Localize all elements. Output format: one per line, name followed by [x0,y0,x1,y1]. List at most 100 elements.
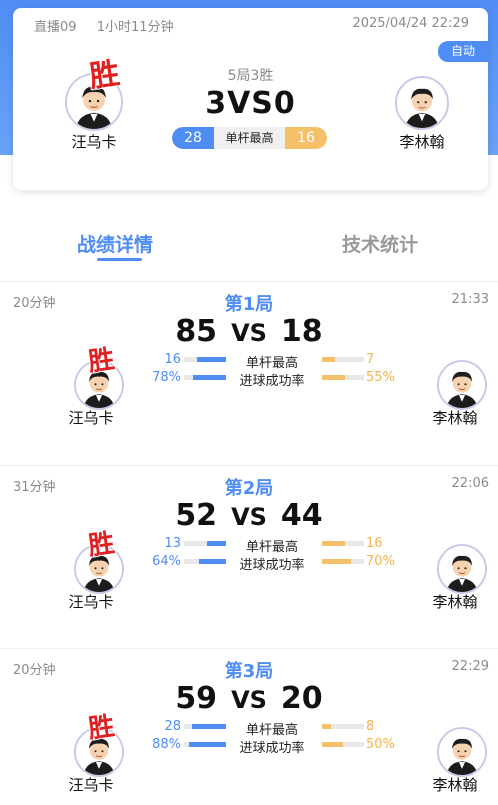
stat-left-value: 64% [152,554,181,569]
tab-record-details[interactable]: 战绩详情 [77,230,153,257]
stat-right-bar [322,742,364,747]
stat-right-bar [322,375,364,380]
frame-score-left: 52 [175,498,218,533]
tab-active-indicator [97,258,142,261]
best-of-label: 5局3胜 [227,68,274,84]
player-avatar-icon [439,362,485,408]
stat-left-bar [184,357,226,362]
frame-row[interactable]: 20分钟 第1局 21:33 85 VS 18 16 单杆最高 7 78% 进球成功… [0,282,498,466]
stat-left-bar-fill [192,724,226,729]
vs-label: VS [227,86,274,121]
player-left-name: 汪乌卡 [71,133,117,151]
frame-title: 第2局 [224,478,274,499]
frame-avatar-right[interactable] [437,727,487,777]
frame-score: 85 VS 18 [0,314,498,349]
highbreak-left: 28 [172,127,214,149]
room-info: 直播09 1小时11分钟 [34,16,190,35]
frame-winner-mark: 胜 [86,344,117,378]
stat-left-value: 16 [164,352,181,367]
frame-player-right-name: 李林翰 [432,409,478,427]
stat-right-bar-fill [322,724,331,729]
stat-left-bar-fill [189,742,226,747]
frame-player-right-name: 李林翰 [432,776,478,794]
match-score: 3VS0 [13,86,488,121]
stat-left-bar [184,375,226,380]
stat-label: 单杆最高 [245,723,298,738]
frame-score-right: 20 [280,681,323,716]
stat-left-value: 28 [164,719,181,734]
room-name: 直播09 [34,20,77,35]
frame-score-right: 18 [280,314,323,349]
stat-label: 进球成功率 [239,558,305,573]
stat-left-bar-fill [197,357,226,362]
stat-left-bar [184,559,226,564]
stat-row: 28 单杆最高 8 [0,719,498,738]
stat-right-bar [322,724,364,729]
frame-winner-mark: 胜 [86,711,117,745]
stat-right-value: 50% [366,737,395,752]
stat-left-bar [184,742,226,747]
stat-left-bar [184,541,226,546]
frame-row[interactable]: 20分钟 第3局 22:29 59 VS 20 28 单杆最高 8 88% 进球成功… [0,649,498,805]
frame-title: 第1局 [224,294,274,315]
match-format: 5局3胜 [13,65,488,85]
highbreak-pill: 28 单杆最高 16 [172,127,327,149]
stat-row: 13 单杆最高 16 [0,536,498,555]
player-avatar-icon [439,729,485,775]
frame-vs: VS [231,686,267,714]
frame-player-left-name: 汪乌卡 [68,776,114,794]
match-duration: 1小时11分钟 [96,20,174,35]
frame-avatar-right[interactable] [437,360,487,410]
stat-right-bar-fill [322,357,335,362]
highbreak-right: 16 [285,127,327,149]
match-datetime: 2025/04/24 22:29 [352,16,469,31]
stat-right-value: 8 [366,719,375,734]
frame-score-left: 59 [175,681,218,716]
frame-vs: VS [231,319,267,347]
match-summary-card: 直播09 1小时11分钟 2025/04/24 22:29 自动 胜 汪乌卡 李… [13,8,488,190]
stat-left-value: 88% [152,737,181,752]
tab-technical-stats[interactable]: 技术统计 [342,230,418,257]
stat-left-value: 13 [164,536,181,551]
stat-right-bar [322,559,364,564]
card-top-bar: 直播09 1小时11分钟 2025/04/24 22:29 [13,8,488,36]
stat-right-bar-fill [322,375,345,380]
frame-score: 52 VS 44 [0,498,498,533]
match-detail-page: 直播09 1小时11分钟 2025/04/24 22:29 自动 胜 汪乌卡 李… [0,0,498,805]
frame-score-right: 44 [280,498,323,533]
stat-right-value: 16 [366,536,383,551]
score-right: 0 [273,86,296,121]
stat-right-value: 70% [366,554,395,569]
stat-label: 单杆最高 [245,540,298,555]
frame-end-time: 22:29 [451,659,489,674]
frame-player-right-name: 李林翰 [432,593,478,611]
stat-right-value: 7 [366,352,375,367]
player-right-name: 李林翰 [399,133,445,151]
stat-right-bar [322,541,364,546]
stat-row: 16 单杆最高 7 [0,352,498,371]
stat-left-bar [184,724,226,729]
frame-winner-mark: 胜 [86,528,117,562]
tab-bar: 战绩详情 技术统计 [0,222,498,270]
stat-label: 单杆最高 [245,356,298,371]
frame-end-time: 21:33 [451,292,489,307]
auto-badge[interactable]: 自动 [438,41,488,62]
stat-left-bar-fill [199,559,226,564]
stat-right-bar-fill [322,559,351,564]
highbreak-label: 单杆最高 [225,131,274,145]
frame-score: 59 VS 20 [0,681,498,716]
stat-left-bar-fill [207,541,226,546]
stat-right-bar-fill [322,742,343,747]
stat-right-bar-fill [322,541,345,546]
score-left: 3 [205,86,228,121]
player-avatar-icon [439,546,485,592]
stat-label: 进球成功率 [239,741,305,756]
frame-title: 第3局 [224,661,274,682]
frame-player-left-name: 汪乌卡 [68,409,114,427]
stat-label: 进球成功率 [239,374,305,389]
frame-end-time: 22:06 [451,476,489,491]
frame-avatar-right[interactable] [437,544,487,594]
frame-vs: VS [231,503,267,531]
frame-row[interactable]: 31分钟 第2局 22:06 52 VS 44 13 单杆最高 16 64% 进球成… [0,466,498,650]
frame-player-left-name: 汪乌卡 [68,593,114,611]
